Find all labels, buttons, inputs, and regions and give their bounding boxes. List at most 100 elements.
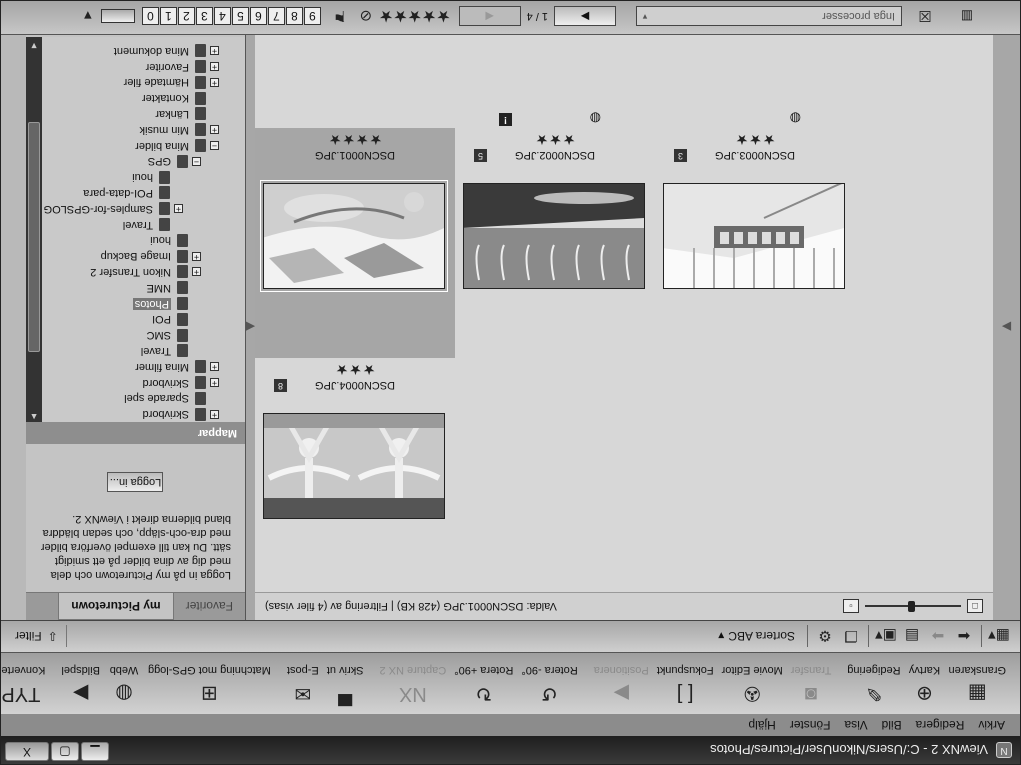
rating-stars[interactable]: ★★★★ bbox=[255, 131, 455, 148]
menu-hjalp[interactable]: Hjälp bbox=[741, 718, 782, 732]
folder-favoriter[interactable]: + Favoriter bbox=[26, 59, 245, 75]
login-button[interactable]: Logga in... bbox=[107, 472, 164, 492]
collapse-right-panel-arrow[interactable]: ▶ bbox=[993, 35, 1020, 620]
prev-page-button[interactable]: ◀ bbox=[458, 6, 521, 27]
label-filter-5[interactable]: 5 bbox=[231, 7, 249, 26]
small-thumbnails-icon[interactable]: ▫ bbox=[843, 599, 859, 614]
folder-nikon-transfer-2[interactable]: + Nikon Transfer 2 bbox=[26, 264, 245, 280]
folder-skrivbord[interactable]: + Skrivbord bbox=[26, 406, 245, 422]
folder-skrivbord[interactable]: + Skrivbord bbox=[26, 375, 245, 391]
scroll-down-icon[interactable]: ▼ bbox=[26, 37, 42, 51]
maximize-button[interactable]: ▢ bbox=[51, 742, 79, 761]
image-settings-icon[interactable]: ⚙ bbox=[812, 626, 838, 648]
thumbnail-size-slider[interactable]: □ ▫ bbox=[843, 599, 983, 614]
collapse-toolbar-icon[interactable]: ▾ bbox=[75, 6, 101, 28]
folder-travel[interactable]: Travel bbox=[26, 343, 245, 359]
folder-samples-for-gpslog[interactable]: + Samples-for-GPSLOG bbox=[26, 201, 245, 217]
toolbar-button-web-globe[interactable]: ◍ Webb bbox=[104, 664, 144, 714]
thumbnail-image[interactable] bbox=[463, 183, 645, 289]
label-filter-8[interactable]: 8 bbox=[285, 7, 303, 26]
toolbar-button-globe[interactable]: ⊕ Kartvy bbox=[905, 664, 945, 714]
expand-icon[interactable]: + bbox=[174, 204, 183, 214]
folder-houi[interactable]: houi bbox=[26, 169, 245, 185]
protect-filter-icon[interactable]: ⚑ bbox=[327, 6, 353, 28]
process-dropdown[interactable]: Inga processer ▾ bbox=[636, 6, 902, 27]
toolbar-button-convert-file[interactable]: TYPE Konvertering bbox=[0, 664, 49, 714]
folder-kontakter[interactable]: Kontakter bbox=[26, 90, 245, 106]
thumbnail-cell[interactable]: DSCN0002.JPG ★★★ 5 ◍! bbox=[455, 111, 655, 358]
expand-icon[interactable]: + bbox=[210, 77, 219, 88]
rating-filter[interactable]: ★★★★★ bbox=[379, 7, 451, 27]
folder-houi[interactable]: houi bbox=[26, 232, 245, 248]
toolbar-button-rotate-right[interactable]: ↻ Rotera +90° bbox=[450, 664, 517, 714]
thumbnail-image[interactable] bbox=[663, 183, 845, 289]
expand-icon[interactable]: + bbox=[192, 267, 201, 277]
label-filter-6[interactable]: 6 bbox=[249, 7, 267, 26]
folder-sparade-spel[interactable]: Sparade spel bbox=[26, 390, 245, 406]
folder-travel[interactable]: Travel bbox=[26, 217, 245, 233]
toolbar-button-printer[interactable]: ▀ Skriv ut bbox=[323, 664, 368, 714]
folder-min-musik[interactable]: + Min musik bbox=[26, 122, 245, 138]
sort-button[interactable]: Sortera ABC ▾ bbox=[710, 630, 803, 644]
scroll-thumb[interactable] bbox=[28, 122, 40, 352]
thumbnail-image[interactable] bbox=[260, 180, 448, 292]
label-filter-2[interactable]: 2 bbox=[177, 7, 195, 26]
folder-mina-filmer[interactable]: + Mina filmer bbox=[26, 359, 245, 375]
label-filter-4[interactable]: 4 bbox=[213, 7, 231, 26]
expand-icon[interactable]: + bbox=[210, 46, 219, 56]
menu-redigera[interactable]: Redigera bbox=[909, 718, 972, 732]
label-filter-7[interactable]: 7 bbox=[267, 7, 285, 26]
folder-gps[interactable]: − GPS bbox=[26, 153, 245, 169]
copy-window-icon[interactable]: ❐ bbox=[838, 626, 864, 648]
toolbar-button-grid[interactable]: ▦ Granskaren bbox=[945, 664, 1010, 714]
collapse-icon[interactable]: − bbox=[192, 156, 201, 167]
large-thumbnails-icon[interactable]: □ bbox=[967, 599, 983, 614]
folder-poi[interactable]: POI bbox=[26, 311, 245, 327]
collapse-left-panel-arrow[interactable]: ◀ bbox=[246, 35, 255, 620]
rating-stars[interactable]: ★★★ bbox=[255, 361, 455, 378]
folder-smc[interactable]: SMC bbox=[26, 327, 245, 343]
toolbar-button-film-reel[interactable]: ✇ Movie Editor bbox=[718, 664, 787, 714]
scroll-up-icon[interactable]: ▲ bbox=[26, 408, 42, 422]
expand-icon[interactable]: + bbox=[210, 409, 219, 420]
filter-button[interactable]: ⇩ Filter bbox=[7, 625, 67, 647]
back-arrow-icon[interactable]: ⬅ bbox=[951, 626, 977, 648]
expand-icon[interactable]: + bbox=[210, 125, 219, 135]
toolbar-button-envelope[interactable]: ✉ E-post bbox=[283, 664, 323, 714]
toolbar-button-rotate-left[interactable]: ↺ Rotera -90° bbox=[517, 664, 581, 714]
menu-visa[interactable]: Visa bbox=[837, 718, 874, 732]
toolbar-button-focus-brackets[interactable]: [ ] Fokuspunkt bbox=[653, 664, 718, 714]
folder-up-icon[interactable]: ▤ bbox=[899, 626, 925, 648]
toolbar-button-camera[interactable]: ◙ Transfer bbox=[787, 664, 836, 714]
rating-stars[interactable]: ★★★ bbox=[655, 131, 855, 148]
clear-search-icon[interactable]: ☒ bbox=[912, 6, 938, 28]
tab-my-picturetown[interactable]: my Picturetown bbox=[58, 593, 174, 620]
view-toggle[interactable] bbox=[100, 9, 135, 24]
title-bar[interactable]: N ViewNX 2 - C:/Users/NikonUser/Pictures… bbox=[0, 736, 1020, 764]
toolbar-button-gps-match[interactable]: ⊞ Matchning mot GPS-logg bbox=[144, 664, 275, 714]
label-filter-9[interactable]: 9 bbox=[303, 7, 321, 26]
expand-icon[interactable]: + bbox=[210, 62, 219, 72]
forward-arrow-icon[interactable]: ➡ bbox=[925, 626, 951, 648]
zoom-thumb[interactable] bbox=[907, 601, 915, 613]
label-tool-icon[interactable]: ▥ bbox=[954, 7, 980, 27]
expand-icon[interactable]: + bbox=[210, 378, 219, 388]
folder-photos[interactable]: Photos bbox=[26, 296, 245, 312]
rating-stars[interactable]: ★★★ bbox=[455, 131, 655, 148]
unrated-filter-icon[interactable]: ⊘ bbox=[353, 6, 379, 28]
menu-bild[interactable]: Bild bbox=[875, 718, 909, 732]
expand-icon[interactable]: + bbox=[192, 251, 201, 262]
folder-h-mtade-filer[interactable]: + Hämtade filer bbox=[26, 74, 245, 90]
folder-nme[interactable]: NME bbox=[26, 280, 245, 296]
tab-favoriter[interactable]: Favoriter bbox=[174, 593, 245, 619]
minimize-button[interactable]: ▁ bbox=[81, 742, 109, 761]
expand-icon[interactable]: + bbox=[210, 362, 219, 372]
history-icon[interactable]: ▣▾ bbox=[873, 626, 899, 648]
menu-fonster[interactable]: Fönster bbox=[783, 718, 838, 732]
toolbar-button-slideshow[interactable]: ▶ Bildspel bbox=[57, 664, 104, 714]
label-filter-1[interactable]: 1 bbox=[159, 7, 177, 26]
zoom-track[interactable] bbox=[865, 601, 961, 613]
tree-scrollbar[interactable]: ▲ ▼ bbox=[26, 37, 42, 422]
folder-mina-dokument[interactable]: + Mina dokument bbox=[26, 43, 245, 59]
collapse-icon[interactable]: − bbox=[210, 141, 219, 151]
